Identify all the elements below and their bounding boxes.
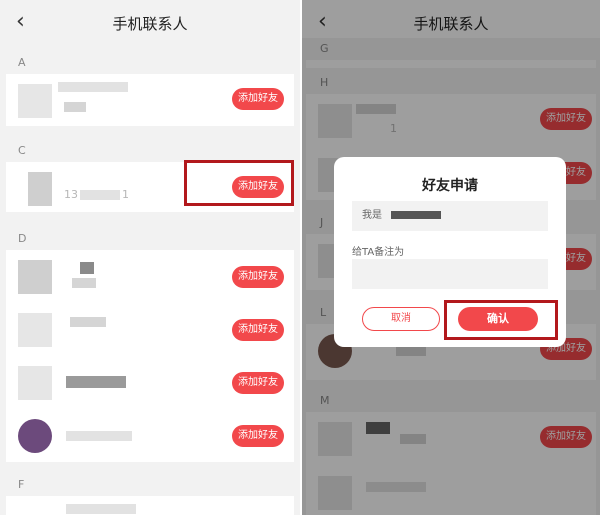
avatar — [18, 260, 52, 294]
contact-phone: 1 — [122, 188, 129, 201]
page-title: 手机联系人 — [112, 15, 188, 33]
contact-list: 添加好友 添加好友 添加好友 添加好友 — [6, 250, 294, 462]
intro-label: 我是 — [362, 210, 382, 221]
redacted-name — [391, 211, 442, 219]
remark-input[interactable] — [352, 259, 548, 289]
add-friend-button[interactable]: 添加好友 — [232, 88, 284, 110]
dialog-title: 好友申请 — [422, 178, 478, 194]
intro-field[interactable]: 我是 — [352, 201, 548, 231]
avatar — [28, 172, 52, 206]
contacts-screen-right: ‹ 手机联系人 G H 1 添加好友 添加好友 J 添加好友 L 添加好友 M — [302, 0, 600, 515]
contact-phone: 13 — [64, 188, 78, 201]
cancel-button[interactable]: 取消 — [362, 307, 440, 331]
add-friend-button[interactable]: 添加好友 — [232, 425, 284, 447]
section-header-d: D — [0, 228, 300, 250]
contact-row: 添加好友 — [6, 409, 294, 463]
avatar — [18, 419, 52, 453]
contact-row: 添加好友 — [6, 303, 294, 357]
contact-list — [6, 496, 294, 515]
add-friend-button[interactable]: 添加好友 — [232, 319, 284, 341]
contact-list: 添加好友 — [6, 74, 294, 126]
contacts-screen-left: ‹ 手机联系人 A 添加好友 C 13 1 添加好友 D 添加好友 添加好友 添… — [0, 0, 300, 515]
remark-label: 给TA备注为 — [352, 247, 405, 258]
contact-row: 添加好友 — [6, 250, 294, 304]
section-header-c: C — [0, 140, 300, 162]
contact-row: 添加好友 — [6, 74, 294, 128]
avatar — [18, 84, 52, 118]
avatar — [18, 313, 52, 347]
highlight-box — [184, 160, 294, 206]
header: ‹ 手机联系人 — [0, 0, 300, 46]
highlight-box — [444, 300, 558, 340]
section-header-a: A — [0, 52, 300, 74]
add-friend-button[interactable]: 添加好友 — [232, 266, 284, 288]
avatar — [18, 366, 52, 400]
section-header-f: F — [0, 474, 300, 496]
add-friend-button[interactable]: 添加好友 — [232, 372, 284, 394]
contact-row: 添加好友 — [6, 356, 294, 410]
